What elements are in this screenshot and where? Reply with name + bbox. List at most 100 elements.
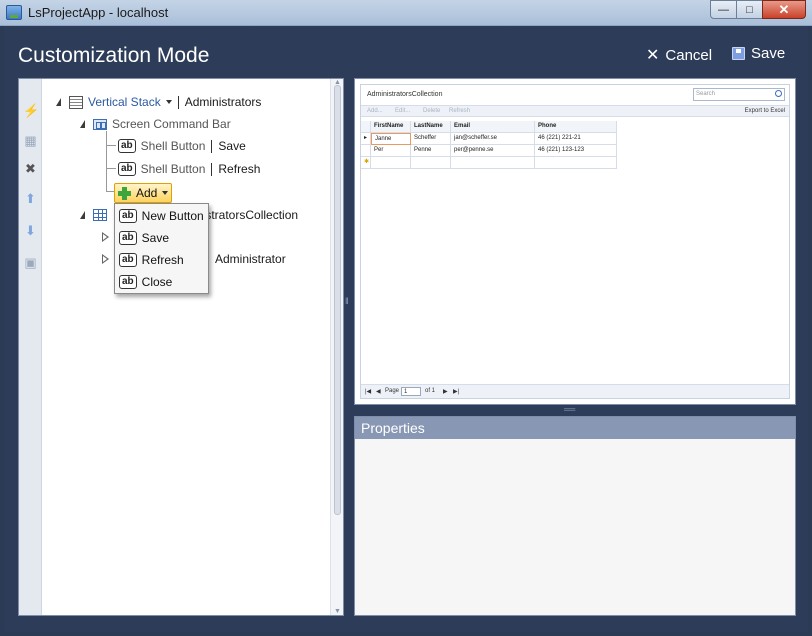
- menu-item-label: Refresh: [141, 253, 184, 267]
- grid-cell[interactable]: Penne: [411, 145, 451, 157]
- preview-screen: AdministratorsCollection Search Add... E…: [360, 84, 790, 399]
- menu-item-refresh[interactable]: ab Refresh: [119, 251, 184, 269]
- control-name: Administrators: [184, 95, 262, 109]
- column-header[interactable]: FirstName: [371, 121, 411, 133]
- move-down-icon[interactable]: ⬇: [23, 223, 38, 238]
- plus-icon: [118, 186, 131, 200]
- add-group-icon[interactable]: ▦: [23, 133, 38, 148]
- content-tree: Vertical Stack Administrators Screen Com…: [42, 79, 330, 615]
- grid-corner: [361, 121, 371, 133]
- tree-node-vertical-stack[interactable]: Vertical Stack Administrators: [56, 93, 261, 111]
- next-page-icon[interactable]: ▶: [443, 388, 448, 395]
- button-ab-icon: ab: [119, 253, 137, 267]
- chevron-down-icon[interactable]: [165, 100, 172, 104]
- separator: [211, 139, 213, 153]
- add-item-icon[interactable]: ⚡: [23, 103, 39, 118]
- minimize-icon: —: [718, 3, 729, 16]
- menu-item-new-button[interactable]: ab New Button: [119, 207, 204, 225]
- tree-node-shell-button-refresh[interactable]: ab Shell Button Refresh: [118, 160, 260, 178]
- grid-cell[interactable]: 46 (221) 123-123: [535, 145, 617, 157]
- tree-scrollbar[interactable]: ▲ ▼: [330, 79, 343, 615]
- scroll-thumb[interactable]: [334, 85, 341, 515]
- app-icon: [6, 5, 22, 20]
- menu-item-label: Close: [141, 275, 173, 289]
- preview-add-button[interactable]: Add...: [367, 108, 383, 114]
- control-type-label: Shell Button: [140, 162, 206, 176]
- last-page-icon[interactable]: ▶|: [453, 388, 459, 395]
- button-ab-icon: ab: [119, 275, 137, 289]
- row-selector-icon: ▸: [361, 133, 371, 145]
- grid-cell[interactable]: Scheffer: [411, 133, 451, 145]
- grid-cell[interactable]: [371, 157, 411, 169]
- window-title: LsProjectApp - localhost: [28, 5, 169, 20]
- horizontal-splitter[interactable]: ══: [564, 405, 575, 414]
- separator: [211, 162, 213, 176]
- grid-header-row: FirstName LastName Email Phone: [361, 121, 789, 133]
- menu-item-label: Save: [141, 231, 170, 245]
- table-row[interactable]: Per Penne per@penne.se 46 (221) 123-123: [361, 145, 789, 157]
- control-type-label: Screen Command Bar: [112, 117, 231, 131]
- control-type-label: Shell Button: [140, 139, 206, 153]
- preview-delete-button[interactable]: Delete: [423, 108, 440, 114]
- grid-cell[interactable]: per@penne.se: [451, 145, 535, 157]
- vertical-stack-icon: [69, 95, 83, 109]
- separator: [177, 95, 179, 109]
- expanded-triangle-icon[interactable]: [80, 120, 85, 128]
- maximize-button[interactable]: □: [736, 0, 763, 19]
- grid-cell[interactable]: jan@scheffer.se: [451, 133, 535, 145]
- properties-icon[interactable]: ▣: [23, 255, 38, 270]
- page-count: of 1: [425, 388, 436, 394]
- save-button[interactable]: Save: [732, 45, 785, 62]
- preview-search-input[interactable]: Search: [693, 88, 785, 101]
- preview-refresh-button[interactable]: Refresh: [449, 108, 470, 114]
- search-placeholder: Search: [696, 91, 716, 97]
- grid-cell[interactable]: [451, 157, 535, 169]
- collapsed-triangle-icon[interactable]: [102, 232, 109, 242]
- grid-cell[interactable]: Per: [371, 145, 411, 157]
- move-up-icon[interactable]: ⬆: [23, 191, 38, 206]
- control-name: Refresh: [218, 162, 261, 176]
- data-grid-icon: [93, 209, 107, 221]
- preview-edit-button[interactable]: Edit...: [395, 108, 410, 114]
- table-row[interactable]: ▸ Janne Scheffer jan@scheffer.se 46 (221…: [361, 133, 789, 145]
- button-ab-icon: ab: [119, 231, 137, 245]
- expanded-triangle-icon[interactable]: [56, 98, 61, 106]
- column-header[interactable]: LastName: [411, 121, 451, 133]
- collapsed-triangle-icon[interactable]: [102, 254, 109, 264]
- preview-command-bar: Add... Edit... Delete Refresh Export to …: [361, 105, 789, 117]
- row-template-name: Administrator: [215, 252, 286, 266]
- cancel-label: Cancel: [665, 46, 713, 64]
- grid-cell[interactable]: 46 (221) 221-21: [535, 133, 617, 145]
- control-name: Save: [218, 139, 246, 153]
- grid-cell[interactable]: Janne: [371, 133, 411, 145]
- control-type-label: Vertical Stack: [88, 95, 161, 109]
- preview-export-button[interactable]: Export to Excel: [745, 108, 785, 114]
- cancel-icon: ✕: [646, 47, 660, 64]
- page-title: Customization Mode: [18, 44, 210, 67]
- screen-tree-panel: ⚡ ▦ ✖ ⬆ ⬇ ▣ Vertical Stack Administrator…: [18, 78, 344, 616]
- menu-item-save[interactable]: ab Save: [119, 229, 169, 247]
- expanded-triangle-icon[interactable]: [80, 211, 85, 219]
- window-controls: — □ ✕: [710, 0, 806, 19]
- delete-icon[interactable]: ✖: [23, 161, 38, 176]
- cancel-button[interactable]: ✕ Cancel: [646, 45, 712, 65]
- prev-page-icon[interactable]: ◀: [376, 388, 381, 395]
- tree-connector: [106, 145, 116, 169]
- grid-cell[interactable]: [411, 157, 451, 169]
- add-button[interactable]: Add: [114, 183, 172, 203]
- new-row[interactable]: ✱: [361, 157, 789, 169]
- grid-cell[interactable]: [535, 157, 617, 169]
- column-header[interactable]: Email: [451, 121, 535, 133]
- close-icon: ✕: [778, 1, 790, 17]
- vertical-splitter[interactable]: ‖: [345, 296, 349, 306]
- minimize-button[interactable]: —: [710, 0, 737, 19]
- tree-connector: [106, 131, 116, 146]
- tree-node-shell-button-save[interactable]: ab Shell Button Save: [118, 137, 246, 155]
- tree-node-screen-command-bar[interactable]: Screen Command Bar: [80, 115, 231, 133]
- menu-item-close[interactable]: ab Close: [119, 273, 172, 291]
- close-window-button[interactable]: ✕: [762, 0, 806, 19]
- column-header[interactable]: Phone: [535, 121, 617, 133]
- page-number-input[interactable]: 1: [401, 387, 421, 396]
- first-page-icon[interactable]: |◀: [365, 388, 371, 395]
- scroll-down-icon[interactable]: ▼: [334, 608, 341, 615]
